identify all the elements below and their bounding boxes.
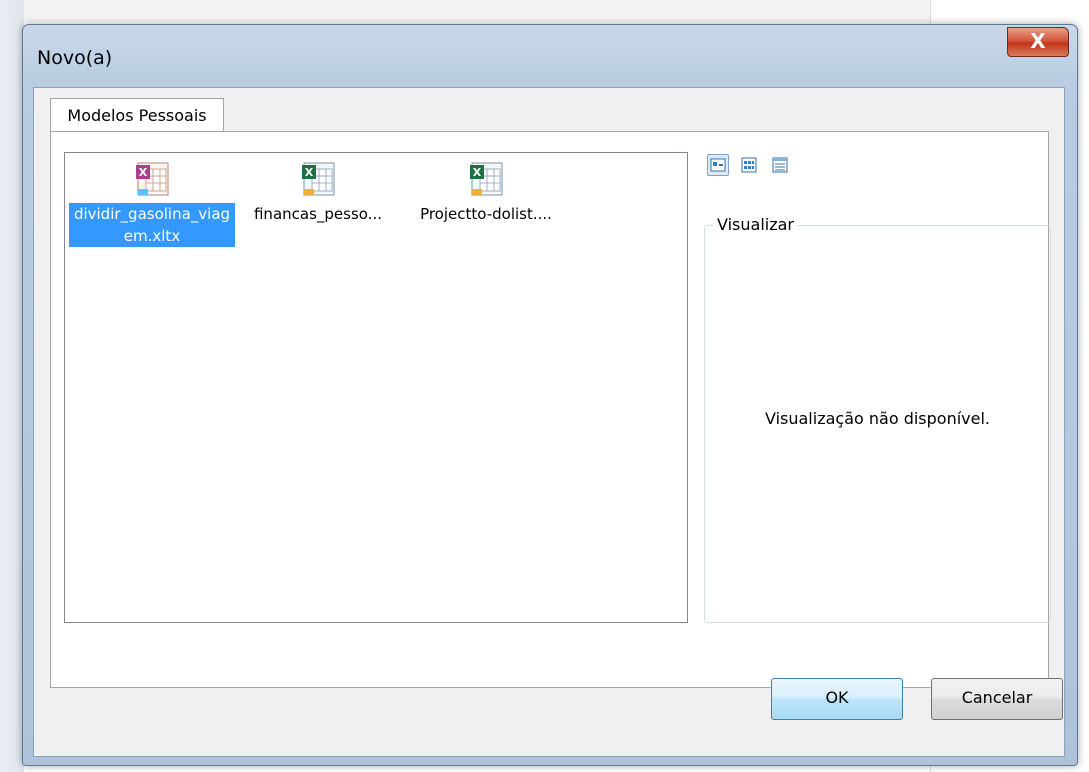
background-app-edge	[0, 0, 24, 772]
file-item-projectto-dolist[interactable]: X Projectto-dolist....	[403, 159, 569, 225]
list-view-icon[interactable]	[738, 154, 760, 176]
excel-template-icon: X	[298, 159, 338, 199]
svg-text:X: X	[139, 166, 148, 179]
file-name: Projectto-dolist....	[420, 205, 552, 223]
view-mode-toolbar	[707, 154, 795, 176]
svg-text:X: X	[305, 166, 314, 179]
details-view-icon[interactable]	[769, 154, 791, 176]
preview-group: Visualizar Visualização não disponível.	[704, 215, 1051, 623]
ok-button[interactable]: OK	[771, 678, 903, 720]
dialog-content: Modelos Pessoais X dividir_gasolina_viag…	[33, 87, 1065, 757]
file-item-dividir-gasolina[interactable]: X dividir_gasolina_viagem.xltx	[69, 159, 235, 247]
template-file-list[interactable]: X dividir_gasolina_viagem.xltx X financa…	[64, 152, 688, 623]
excel-template-icon: X	[466, 159, 506, 199]
large-icons-view-icon[interactable]	[707, 154, 729, 176]
background-app-toolbar	[0, 0, 1089, 22]
file-name: dividir_gasolina_viagem.xltx	[69, 203, 235, 247]
close-button[interactable]: X	[1007, 27, 1069, 57]
dialog-title: Novo(a)	[37, 47, 113, 69]
svg-text:X: X	[473, 166, 482, 179]
cancel-button[interactable]: Cancelar	[931, 678, 1063, 720]
file-name: financas_pesso...	[253, 205, 382, 223]
preview-message: Visualização não disponível.	[764, 409, 991, 428]
tab-panel: X dividir_gasolina_viagem.xltx X financa…	[50, 131, 1051, 688]
file-item-financas-pessoais[interactable]: X financas_pesso...	[235, 159, 401, 225]
preview-label: Visualizar	[713, 215, 798, 234]
new-template-dialog: Novo(a) X Modelos Pessoais X dividir_gas…	[22, 24, 1078, 766]
excel-template-icon: X	[132, 159, 172, 199]
tab-modelos-pessoais[interactable]: Modelos Pessoais	[50, 98, 224, 133]
